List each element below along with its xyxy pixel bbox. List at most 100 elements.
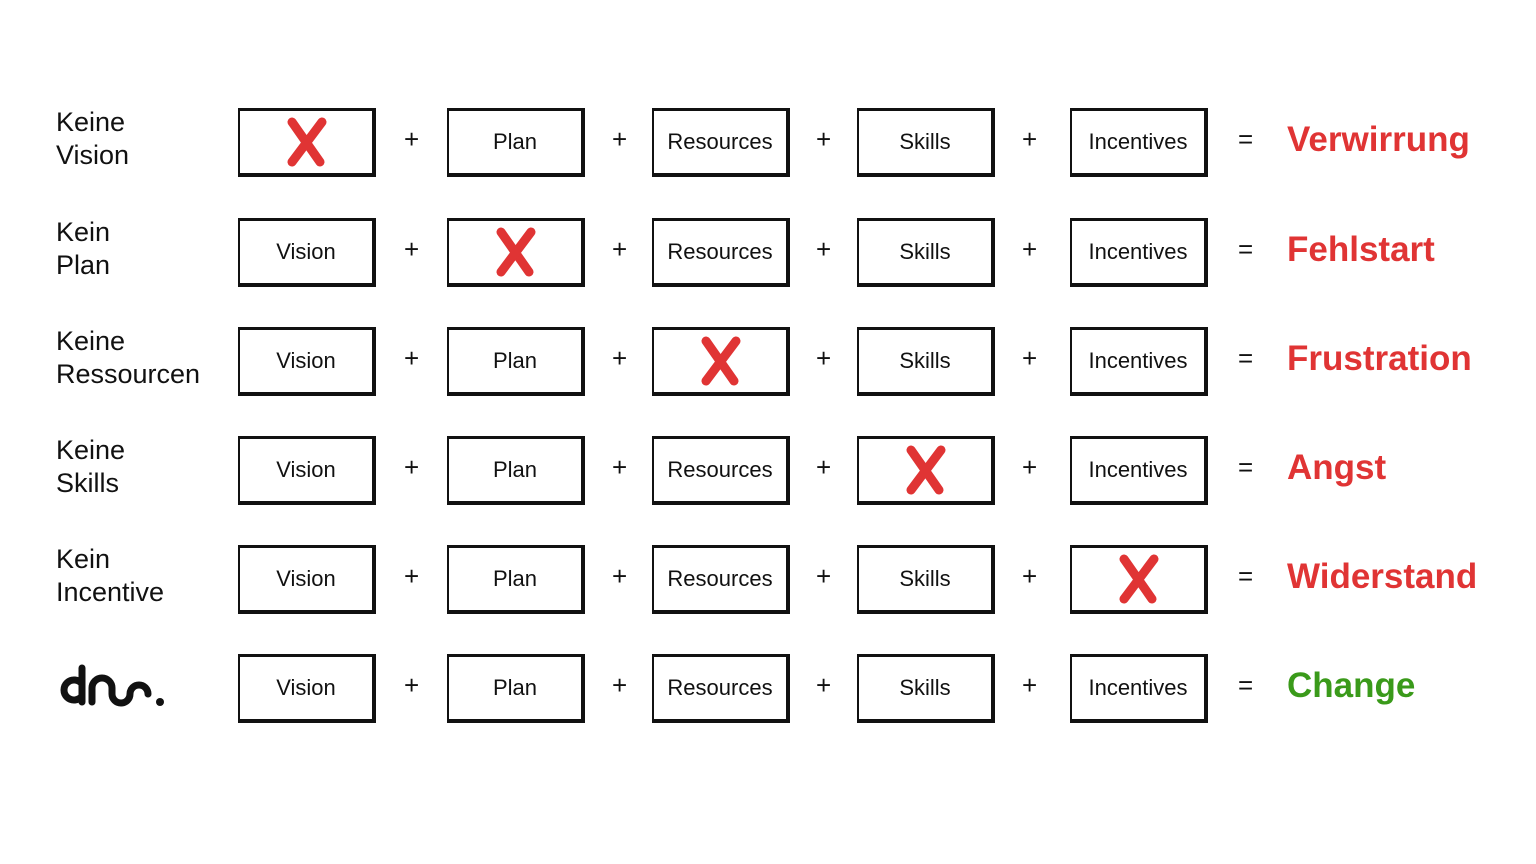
plus-sign: + — [816, 561, 832, 591]
component-box: Plan — [447, 436, 585, 505]
component-box: Skills — [857, 218, 995, 287]
plus-sign: + — [404, 124, 420, 154]
plus-sign: + — [1022, 670, 1038, 700]
component-box: Plan — [447, 327, 585, 396]
component-box: Vision — [238, 327, 376, 396]
component-label: Plan — [492, 457, 538, 482]
missing-box — [447, 218, 585, 287]
component-box: Vision — [238, 436, 376, 505]
component-label: Resources — [667, 566, 773, 591]
component-label: Resources — [667, 457, 773, 482]
plus-sign: + — [404, 343, 420, 373]
component-box: Resources — [652, 654, 790, 723]
formula-row: Keine Vision + Plan + Resources + Skills + Incen… — [0, 106, 1536, 177]
component-box: Incentives — [1070, 218, 1208, 287]
component-box: Resources — [652, 436, 790, 505]
component-label: Incentives — [1088, 348, 1188, 373]
component-box: Skills — [857, 545, 995, 614]
component-box: Plan — [447, 654, 585, 723]
missing-box — [652, 327, 790, 396]
component-label: Skills — [899, 675, 951, 700]
row-label: Kein Incentive — [56, 544, 165, 607]
dno-logo — [60, 664, 164, 707]
component-label: Resources — [667, 129, 773, 154]
plus-sign: + — [816, 343, 832, 373]
component-label: Skills — [899, 129, 951, 154]
result-label: Verwirrung — [1287, 120, 1470, 159]
plus-sign: + — [612, 343, 628, 373]
equals-sign: = — [1238, 234, 1254, 264]
equals-sign: = — [1238, 561, 1254, 591]
result-label: Widerstand — [1287, 557, 1478, 596]
formula-row: Vision + Plan + Resources + Skills + Incentives =… — [0, 652, 1536, 723]
component-label: Resources — [667, 675, 773, 700]
plus-sign: + — [816, 234, 832, 264]
component-label: Resources — [667, 239, 773, 264]
component-box: Resources — [652, 218, 790, 287]
plus-sign: + — [1022, 452, 1038, 482]
result-label: Change — [1287, 666, 1416, 705]
plus-sign: + — [404, 234, 420, 264]
component-label: Plan — [492, 675, 538, 700]
component-label: Plan — [492, 129, 538, 154]
component-box: Vision — [238, 218, 376, 287]
plus-sign: + — [612, 452, 628, 482]
component-label: Vision — [276, 348, 336, 373]
cross-icon — [496, 227, 536, 277]
component-label: Vision — [276, 566, 336, 591]
plus-sign: + — [1022, 234, 1038, 264]
formula-row: Kein Plan Vision + + Resources + Skills + Incent… — [0, 216, 1536, 287]
equals-sign: = — [1238, 343, 1254, 373]
plus-sign: + — [1022, 561, 1038, 591]
formula-row: Kein Incentive Vision + Plan + Resources + Skil… — [0, 543, 1536, 614]
component-label: Vision — [276, 239, 336, 264]
result-label: Frustration — [1287, 339, 1472, 378]
component-box: Incentives — [1070, 108, 1208, 177]
component-box: Resources — [652, 108, 790, 177]
equals-sign: = — [1238, 670, 1254, 700]
component-box: Resources — [652, 545, 790, 614]
component-label: Incentives — [1088, 675, 1188, 700]
plus-sign: + — [612, 670, 628, 700]
result-label: Angst — [1287, 448, 1387, 487]
result-label: Fehlstart — [1287, 230, 1435, 269]
component-box: Plan — [447, 108, 585, 177]
plus-sign: + — [404, 670, 420, 700]
component-box: Incentives — [1070, 436, 1208, 505]
plus-sign: + — [816, 670, 832, 700]
component-label: Skills — [899, 239, 951, 264]
plus-sign: + — [404, 452, 420, 482]
equals-sign: = — [1238, 124, 1254, 154]
plus-sign: + — [404, 561, 420, 591]
plus-sign: + — [816, 452, 832, 482]
component-box: Skills — [857, 327, 995, 396]
component-label: Incentives — [1088, 457, 1188, 482]
component-label: Vision — [276, 675, 336, 700]
component-box: Plan — [447, 545, 585, 614]
plus-sign: + — [1022, 124, 1038, 154]
formula-row: Keine Skills Vision + Plan + Resources + + Incen… — [0, 434, 1536, 505]
cross-icon — [701, 336, 741, 386]
component-box: Vision — [238, 654, 376, 723]
row-label: Kein Plan — [56, 217, 111, 280]
component-box: Incentives — [1070, 327, 1208, 396]
row-label: Keine Ressourcen — [56, 326, 201, 389]
component-label: Skills — [899, 566, 951, 591]
component-label: Vision — [276, 457, 336, 482]
component-label: Incentives — [1088, 239, 1188, 264]
missing-box — [1070, 545, 1208, 614]
component-box: Vision — [238, 545, 376, 614]
cross-icon — [1119, 554, 1159, 604]
cross-icon — [287, 117, 327, 167]
missing-box — [857, 436, 995, 505]
cross-icon — [906, 445, 946, 495]
missing-box — [238, 108, 376, 177]
component-label: Plan — [492, 348, 538, 373]
component-box: Skills — [857, 654, 995, 723]
component-label: Plan — [492, 566, 538, 591]
row-label: Keine Skills — [56, 435, 126, 498]
formula-row: Keine Ressourcen Vision + Plan + + Skills + Ince… — [0, 325, 1536, 396]
plus-sign: + — [816, 124, 832, 154]
equals-sign: = — [1238, 452, 1254, 482]
row-label: Keine Vision — [56, 107, 130, 170]
